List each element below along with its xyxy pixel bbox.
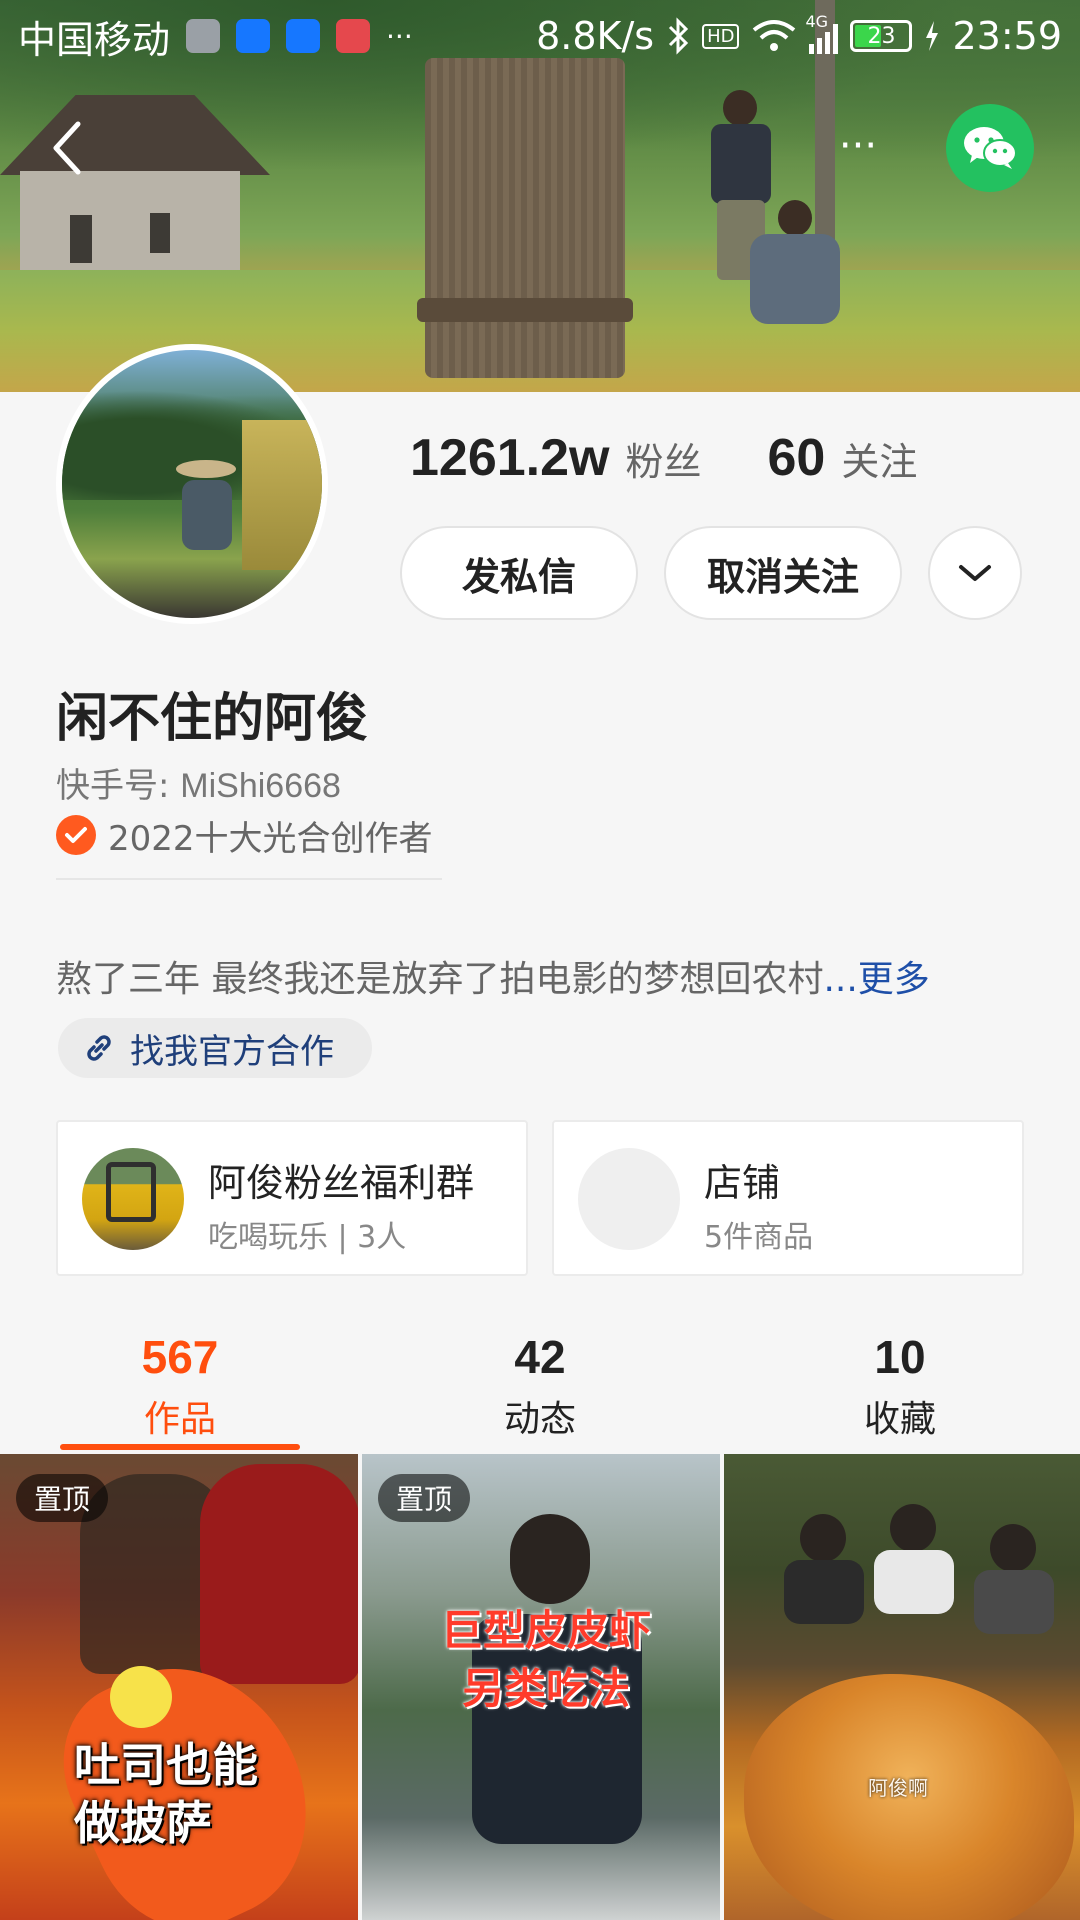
- bio-ellipsis: ...: [823, 959, 858, 1000]
- wechat-share-button[interactable]: [946, 104, 1034, 192]
- video-caption-line: 巨型皮皮虾: [440, 1606, 651, 1655]
- tab-favorites-count: 10: [874, 1331, 926, 1383]
- video-caption-line: 另类吃法: [461, 1664, 630, 1713]
- shop-subtitle: 5件商品: [704, 1220, 814, 1255]
- fans-group-card[interactable]: 阿俊粉丝福利群 吃喝玩乐 | 3人: [56, 1120, 528, 1276]
- network-speed: 8.8K/s: [536, 14, 655, 58]
- honor-text: 2022十大光合创作者: [108, 818, 433, 859]
- farmer-kneeling: [740, 200, 850, 340]
- fans-group-subtitle: 吃喝玩乐 | 3人: [208, 1220, 407, 1255]
- content-tabs: 567 作品 42 动态 10 收藏: [0, 1330, 1080, 1450]
- tab-favorites[interactable]: 10 收藏: [800, 1330, 1000, 1442]
- wifi-icon: [753, 20, 796, 51]
- avatar[interactable]: [56, 344, 328, 624]
- battery-icon: 23: [850, 20, 913, 52]
- shop-thumbnail: [578, 1148, 680, 1250]
- profile-name: 闲不住的阿俊: [56, 689, 369, 749]
- following-label[interactable]: 关注: [841, 431, 917, 486]
- fans-group-title: 阿俊粉丝福利群: [208, 1161, 475, 1205]
- status-bar: 中国移动 ··· 8.8K/s HD 4G 23 23:59: [0, 0, 1080, 72]
- video-watermark: 阿俊啊: [868, 1776, 928, 1800]
- send-message-label: 发私信: [461, 554, 576, 599]
- farmhouse: [0, 95, 270, 291]
- network-type: 4G: [805, 12, 829, 31]
- followers-label[interactable]: 粉丝: [626, 431, 702, 486]
- bio-more-link[interactable]: 更多: [858, 959, 930, 1000]
- profile-stats: 1261.2w 粉丝 60 关注: [410, 428, 917, 488]
- hd-badge: HD: [702, 23, 740, 49]
- gallery-notification-icon: [186, 19, 221, 53]
- charging-icon: [926, 21, 939, 51]
- video-caption: 巨型皮皮虾 另类吃法: [426, 1602, 666, 1718]
- signal-icon: 4G: [805, 12, 839, 54]
- profile-bio[interactable]: 熬了三年 最终我还是放弃了拍电影的梦想回农村...更多: [56, 950, 930, 1002]
- active-tab-indicator: [60, 1444, 300, 1450]
- cooperation-label: 找我官方合作: [130, 1031, 334, 1072]
- video-tile[interactable]: 阿俊啊: [724, 1454, 1080, 1920]
- fans-group-thumbnail: [82, 1148, 184, 1250]
- carrier-name: 中国移动: [18, 17, 171, 62]
- video-caption-line: 吐司也能: [74, 1738, 258, 1792]
- verified-check-icon: [56, 815, 96, 855]
- divider: [56, 878, 442, 880]
- bio-text: 熬了三年 最终我还是放弃了拍电影的梦想回农村: [56, 959, 824, 1000]
- tab-works[interactable]: 567 作品: [80, 1330, 280, 1442]
- clock: 23:59: [952, 14, 1062, 58]
- wechat-icon: [964, 127, 1017, 169]
- smiley-icon: [110, 1666, 172, 1728]
- tab-works-label: 作品: [143, 1399, 216, 1440]
- expand-recommendations-button[interactable]: [928, 526, 1022, 620]
- tab-works-count: 567: [141, 1331, 219, 1383]
- tab-favorites-label: 收藏: [863, 1399, 936, 1440]
- following-count[interactable]: 60: [768, 428, 826, 488]
- video-tile[interactable]: 置顶 巨型皮皮虾 另类吃法: [362, 1454, 720, 1920]
- official-cooperation-link[interactable]: 找我官方合作: [58, 1018, 372, 1078]
- video-grid: 置顶 吐司也能 做披萨 置顶 巨型皮皮虾 另类吃法 阿俊啊: [0, 1454, 1080, 1920]
- pinned-badge: 置顶: [16, 1474, 108, 1522]
- shop-title: 店铺: [704, 1161, 781, 1205]
- bluetooth-icon: [669, 17, 689, 55]
- qq-notification-icon-2: [286, 19, 321, 53]
- send-message-button[interactable]: 发私信: [400, 526, 638, 620]
- weibo-notification-icon: [336, 19, 371, 53]
- creator-honor[interactable]: 2022十大光合创作者: [56, 812, 433, 859]
- video-caption: 吐司也能 做披萨: [74, 1736, 258, 1852]
- pinned-badge: 置顶: [378, 1474, 470, 1522]
- kuaishou-id-value: MiShi6668: [180, 767, 341, 805]
- video-caption-line: 做披萨: [74, 1796, 212, 1850]
- battery-level: 23: [867, 23, 896, 49]
- shop-card[interactable]: 店铺 5件商品: [552, 1120, 1024, 1276]
- more-notifications-icon: ···: [386, 19, 413, 53]
- chevron-down-icon: [959, 565, 991, 581]
- tab-dynamics-label: 动态: [503, 1399, 576, 1440]
- tab-dynamics-count: 42: [514, 1331, 566, 1383]
- link-icon: [87, 1035, 111, 1061]
- more-dots-icon: ···: [838, 123, 878, 169]
- more-options-button[interactable]: ···: [822, 126, 894, 166]
- qq-notification-icon: [236, 19, 271, 53]
- threshing-basket: [417, 58, 633, 378]
- tab-dynamics[interactable]: 42 动态: [440, 1330, 640, 1442]
- kuaishou-id-label: 快手号:: [56, 766, 181, 806]
- kuaishou-id[interactable]: 快手号: MiShi6668: [56, 758, 341, 807]
- unfollow-label: 取消关注: [706, 554, 859, 599]
- unfollow-button[interactable]: 取消关注: [664, 526, 902, 620]
- back-button[interactable]: [48, 118, 88, 178]
- chevron-left-icon: [53, 121, 81, 175]
- followers-count[interactable]: 1261.2w: [410, 428, 610, 488]
- video-tile[interactable]: 置顶 吐司也能 做披萨: [0, 1454, 358, 1920]
